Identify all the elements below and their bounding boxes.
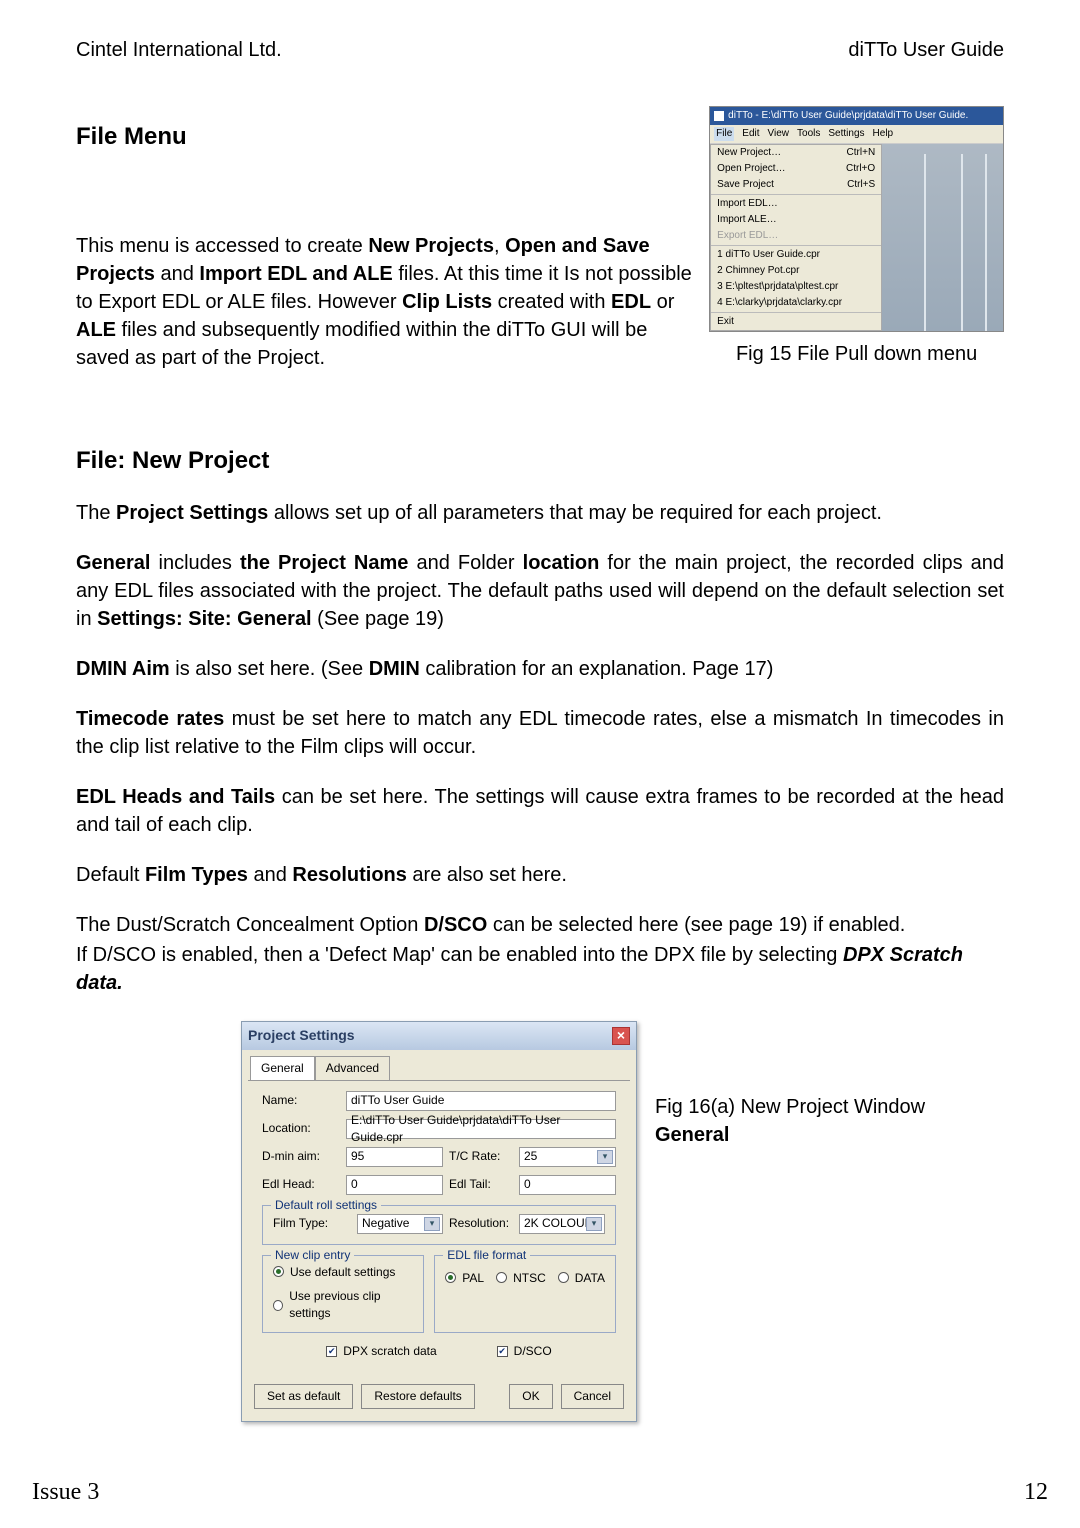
mi-recent-1[interactable]: 1 diTTo User Guide.cpr — [711, 247, 881, 263]
p-project-settings: The Project Settings allows set up of al… — [76, 499, 1004, 527]
project-settings-dialog: Project Settings × General Advanced Name… — [241, 1021, 637, 1421]
menu-settings[interactable]: Settings — [828, 127, 864, 141]
file-dropdown: New Project…Ctrl+N Open Project…Ctrl+O S… — [710, 144, 882, 331]
tcrate-select[interactable]: 25▾ — [519, 1147, 616, 1167]
close-icon[interactable]: × — [612, 1027, 630, 1045]
footer-page: 12 — [1024, 1476, 1048, 1510]
lbl-edltail: Edl Tail: — [449, 1176, 513, 1193]
name-field[interactable]: diTTo User Guide — [346, 1091, 616, 1111]
company-name: Cintel International Ltd. — [76, 36, 282, 64]
lbl-resolution: Resolution: — [449, 1215, 513, 1232]
menu-file[interactable]: File — [714, 127, 734, 141]
radio-data[interactable]: DATA — [558, 1270, 605, 1287]
menu-tools[interactable]: Tools — [797, 127, 820, 141]
app-icon — [714, 111, 724, 121]
menu-view[interactable]: View — [768, 127, 790, 141]
lbl-dmin: D-min aim: — [262, 1148, 340, 1165]
chevron-down-icon: ▾ — [424, 1217, 440, 1231]
tab-general[interactable]: General — [250, 1056, 315, 1080]
mi-import-ale[interactable]: Import ALE… — [711, 212, 881, 228]
group-edl-format: EDL file format PAL NTSC DATA — [434, 1255, 616, 1333]
filmtype-select[interactable]: Negative▾ — [357, 1214, 443, 1234]
menu-help[interactable]: Help — [873, 127, 894, 141]
btn-set-as-default[interactable]: Set as default — [254, 1384, 353, 1409]
mi-recent-2[interactable]: 2 Chimney Pot.cpr — [711, 263, 881, 279]
lbl-filmtype: Film Type: — [273, 1215, 351, 1232]
edltail-field[interactable]: 0 — [519, 1175, 616, 1195]
legend-edl-format: EDL file format — [443, 1247, 530, 1264]
mi-import-edl[interactable]: Import EDL… — [711, 196, 881, 212]
mi-recent-4[interactable]: 4 E:\clarky\prjdata\clarky.cpr — [711, 295, 881, 311]
ps-title-text: Project Settings — [248, 1026, 355, 1046]
menu-edit[interactable]: Edit — [742, 127, 759, 141]
mi-save-project[interactable]: Save ProjectCtrl+S — [711, 177, 881, 193]
fig15-title-text: diTTo - E:\diTTo User Guide\prjdata\diTT… — [728, 109, 968, 123]
lbl-tcrate: T/C Rate: — [449, 1148, 513, 1165]
p-general: General includes the Project Name and Fo… — [76, 549, 1004, 633]
chevron-down-icon: ▾ — [597, 1150, 613, 1164]
fig16a-caption: Fig 16(a) New Project Window General — [655, 1093, 925, 1149]
btn-ok[interactable]: OK — [509, 1384, 552, 1409]
file-menu-desc: This menu is accessed to create New Proj… — [76, 232, 697, 372]
fig15-caption: Fig 15 File Pull down menu — [709, 340, 1004, 368]
edlhead-field[interactable]: 0 — [346, 1175, 443, 1195]
doc-title: diTTo User Guide — [848, 36, 1004, 64]
mi-open-project[interactable]: Open Project…Ctrl+O — [711, 161, 881, 177]
radio-use-previous[interactable]: Use previous clip settings — [273, 1288, 413, 1322]
p-dmin: DMIN Aim is also set here. (See DMIN cal… — [76, 655, 1004, 683]
check-dpx-scratch[interactable]: ✔DPX scratch data — [326, 1343, 436, 1360]
p-dpx: If D/SCO is enabled, then a 'Defect Map'… — [76, 941, 1004, 997]
mi-recent-3[interactable]: 3 E:\pltest\prjdata\pltest.cpr — [711, 279, 881, 295]
fig15-content-pane — [882, 144, 1003, 331]
p-edl-heads-tails: EDL Heads and Tails can be set here. The… — [76, 783, 1004, 839]
btn-cancel[interactable]: Cancel — [561, 1384, 624, 1409]
resolution-select[interactable]: 2K COLOUR▾ — [519, 1214, 605, 1234]
lbl-edlhead: Edl Head: — [262, 1176, 340, 1193]
mi-exit[interactable]: Exit — [711, 314, 881, 330]
fig15-menubar: File Edit View Tools Settings Help — [710, 125, 1003, 144]
fig15-titlebar: diTTo - E:\diTTo User Guide\prjdata\diTT… — [710, 107, 1003, 125]
p-dsco: The Dust/Scratch Concealment Option D/SC… — [76, 911, 1004, 939]
p-timecode: Timecode rates must be set here to match… — [76, 705, 1004, 761]
footer-issue: Issue 3 — [32, 1476, 99, 1510]
radio-ntsc[interactable]: NTSC — [496, 1270, 546, 1287]
group-new-clip: New clip entry Use default settings Use … — [262, 1255, 424, 1333]
heading-file-menu: File Menu — [76, 120, 697, 154]
fig15: diTTo - E:\diTTo User Guide\prjdata\diTT… — [709, 106, 1004, 368]
check-dsco[interactable]: ✔D/SCO — [497, 1343, 552, 1360]
tab-advanced[interactable]: Advanced — [315, 1056, 390, 1080]
mi-new-project[interactable]: New Project…Ctrl+N — [711, 145, 881, 161]
group-default-roll: Default roll settings Film Type: Negativ… — [262, 1205, 616, 1245]
p-default-film: Default Film Types and Resolutions are a… — [76, 861, 1004, 889]
chevron-down-icon: ▾ — [586, 1217, 602, 1231]
mi-export-edl: Export EDL… — [711, 228, 881, 244]
legend-default-roll: Default roll settings — [271, 1197, 381, 1214]
heading-file-new-project: File: New Project — [76, 444, 1004, 478]
radio-pal[interactable]: PAL — [445, 1270, 484, 1287]
lbl-location: Location: — [262, 1120, 340, 1137]
location-field[interactable]: E:\diTTo User Guide\prjdata\diTTo User G… — [346, 1119, 616, 1139]
legend-new-clip: New clip entry — [271, 1247, 354, 1264]
lbl-name: Name: — [262, 1092, 340, 1109]
btn-restore-defaults[interactable]: Restore defaults — [361, 1384, 474, 1409]
dmin-field[interactable]: 95 — [346, 1147, 443, 1167]
radio-use-default[interactable]: Use default settings — [273, 1264, 413, 1281]
